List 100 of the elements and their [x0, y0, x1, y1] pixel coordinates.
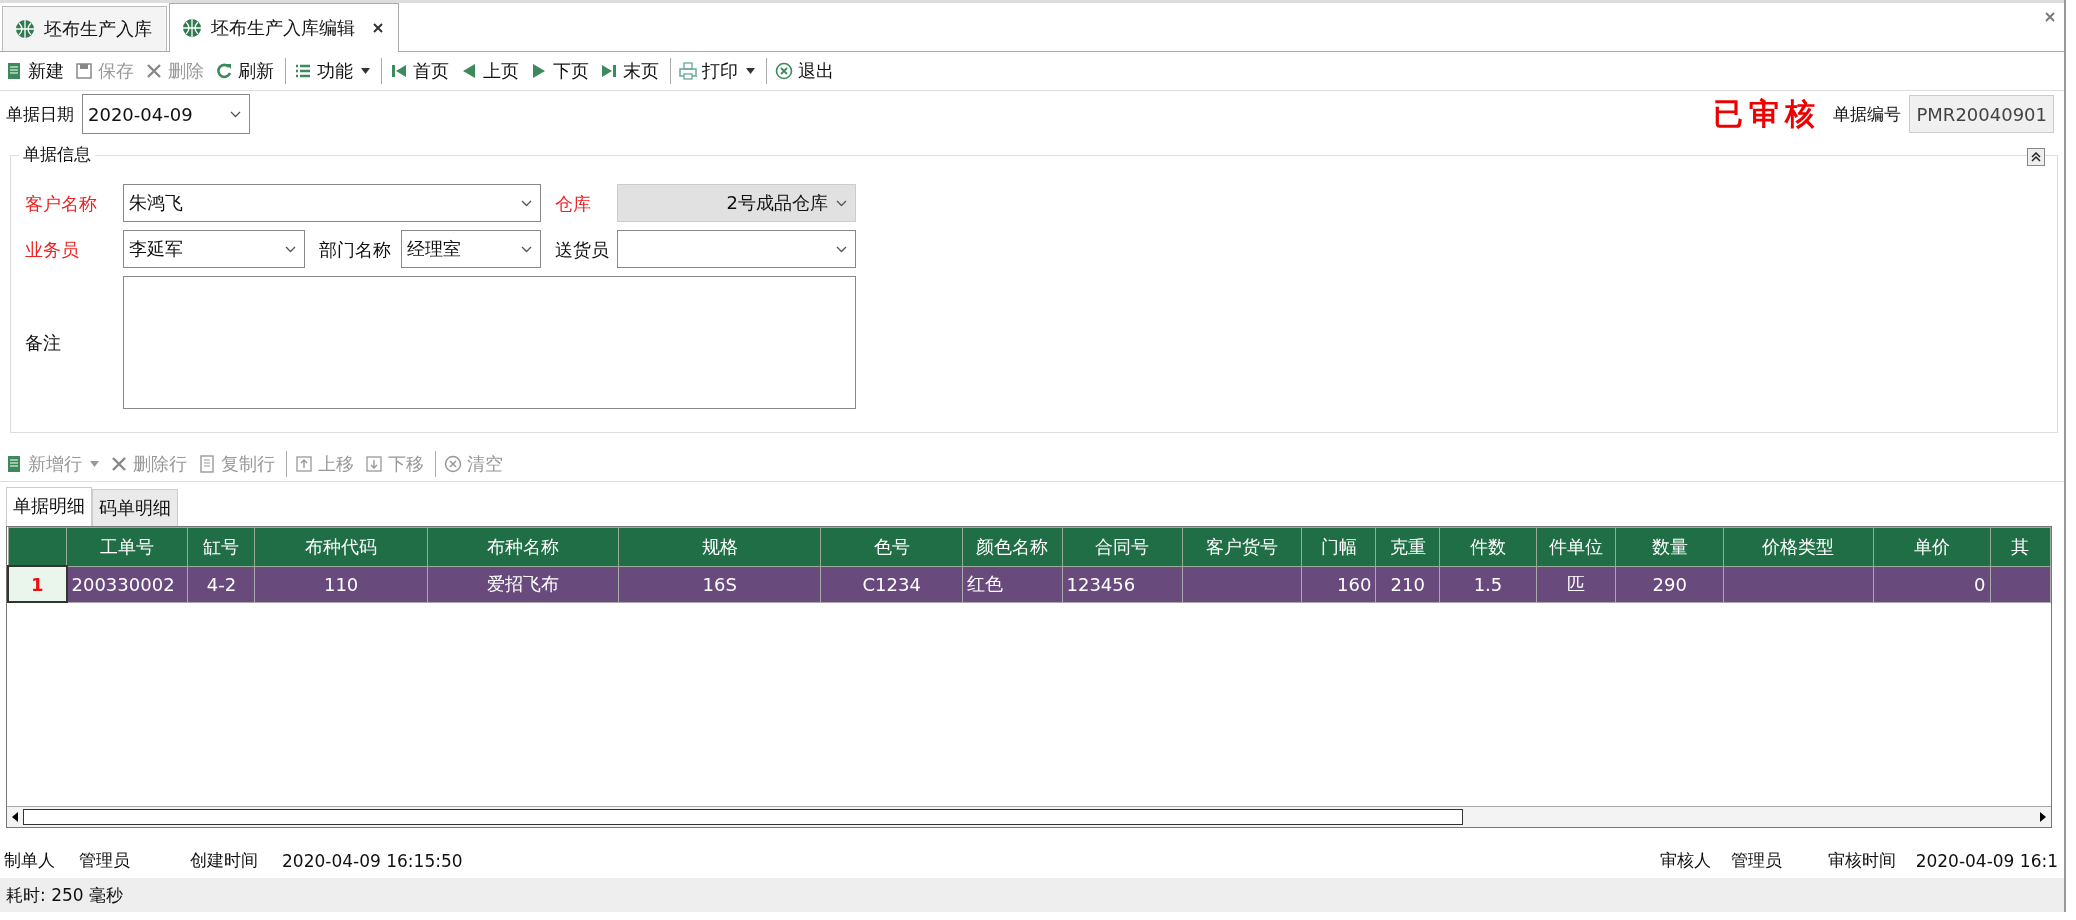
approval-status-text: 已审核: [1713, 94, 1822, 133]
number-field[interactable]: PMR20040901: [1909, 95, 2054, 133]
toolbar-button[interactable]: 功能: [291, 57, 376, 85]
column-header[interactable]: 色号: [820, 527, 963, 566]
refresh-icon: [215, 62, 233, 80]
footer-value: 管理员: [1730, 849, 1782, 872]
table-cell: 4-2: [187, 566, 255, 602]
row-number: 1: [8, 566, 67, 602]
field-label: 仓库: [554, 192, 592, 216]
date-field[interactable]: 2020-04-09: [82, 94, 250, 134]
toolbar-button[interactable]: 下页: [527, 57, 595, 85]
first-page-icon: [390, 62, 408, 80]
grid-corner: [8, 527, 67, 566]
arrow-down-icon: [365, 455, 383, 473]
footer-label: 创建时间: [190, 849, 258, 872]
chevron-down-icon: [230, 110, 241, 118]
remarks-field[interactable]: [123, 276, 856, 409]
toolbar-button[interactable]: 上页: [457, 57, 525, 85]
collapse-button[interactable]: [2027, 148, 2045, 166]
toolbar-button[interactable]: 退出: [772, 57, 840, 85]
table-cell: 0: [1873, 566, 1991, 602]
footer-label: 制单人: [4, 849, 55, 872]
column-header[interactable]: 克重: [1375, 527, 1440, 566]
chevron-down-icon: [836, 245, 847, 253]
close-icon: [372, 22, 384, 34]
field-label: 客户名称: [24, 192, 98, 216]
field-label: 备注: [24, 330, 62, 355]
toolbar-button[interactable]: 打印: [676, 57, 761, 85]
column-header[interactable]: 缸号: [187, 527, 255, 566]
copy-icon: [198, 455, 216, 473]
table-cell: 290: [1615, 566, 1724, 602]
arrow-up-icon: [295, 455, 313, 473]
toolbar-button[interactable]: 首页: [387, 57, 455, 85]
close-icon: [145, 62, 163, 80]
table-cell: 匹: [1536, 566, 1616, 602]
column-header[interactable]: 件数: [1439, 527, 1537, 566]
close-circle-icon: [775, 62, 793, 80]
scroll-right-icon: [2039, 812, 2047, 822]
printer-icon: [679, 62, 697, 80]
toolbar-button[interactable]: 刷新: [212, 57, 280, 85]
document-tab[interactable]: 坯布生产入库: [2, 6, 167, 51]
toolbar-button[interactable]: 新建: [2, 57, 70, 85]
group-title: 单据信息: [19, 143, 95, 166]
globe-icon: [15, 19, 35, 39]
table-cell: 1.5: [1439, 566, 1537, 602]
tab[interactable]: 单据明细: [6, 487, 92, 526]
scroll-left-icon: [11, 812, 19, 822]
footer-value: 2020-04-09 16:1: [1915, 850, 2058, 871]
footer-label: 审核时间: [1827, 849, 1896, 872]
column-header[interactable]: 合同号: [1062, 527, 1183, 566]
table-cell: 红色: [962, 566, 1062, 602]
chevron-down-icon: [836, 199, 847, 207]
column-header[interactable]: 布种代码: [254, 527, 428, 566]
chevron-down-icon: [521, 199, 532, 207]
column-header[interactable]: 其: [1990, 527, 2051, 566]
table-cell: C1234: [820, 566, 963, 602]
close-icon: [2044, 11, 2056, 23]
table-cell: 200330002: [66, 566, 188, 602]
status-text: 耗时: 250 毫秒: [6, 883, 123, 907]
footer-value: 管理员: [79, 849, 130, 872]
table-cell: 爱招飞布: [427, 566, 619, 602]
table-cell: 123456: [1062, 566, 1183, 602]
document-tab[interactable]: 坯布生产入库编辑: [169, 3, 399, 52]
tab[interactable]: 码单明细: [92, 489, 178, 526]
column-header[interactable]: 件单位: [1536, 527, 1616, 566]
table-cell: 210: [1375, 566, 1440, 602]
number-label: 单据编号: [1833, 102, 1902, 126]
column-header[interactable]: 单价: [1873, 527, 1991, 566]
caret-icon: [746, 68, 755, 74]
table-cell: 160: [1302, 566, 1376, 602]
dropdown-field[interactable]: 经理室: [401, 230, 541, 268]
close-icon: [110, 455, 128, 473]
document-icon: [5, 455, 23, 473]
globe-icon: [182, 18, 202, 38]
dropdown-field[interactable]: [617, 230, 856, 268]
column-header[interactable]: 价格类型: [1723, 527, 1874, 566]
chevron-down-icon: [521, 245, 532, 253]
column-header[interactable]: 客户货号: [1182, 527, 1302, 566]
column-header[interactable]: 数量: [1615, 527, 1724, 566]
document-icon: [5, 62, 23, 80]
column-header[interactable]: 颜色名称: [962, 527, 1062, 566]
double-chevron-up-icon: [2031, 152, 2041, 162]
dropdown-field[interactable]: 朱鸿飞: [123, 184, 541, 222]
scroll-thumb[interactable]: [23, 809, 1463, 825]
column-header[interactable]: 门幅: [1302, 527, 1376, 566]
field-label: 送货员: [554, 238, 610, 262]
column-header[interactable]: 布种名称: [427, 527, 619, 566]
toolbar-button[interactable]: 末页: [597, 57, 665, 85]
footer-value: 2020-04-09 16:15:50: [282, 850, 463, 871]
footer-label: 审核人: [1659, 849, 1711, 872]
column-header[interactable]: 规格: [618, 527, 821, 566]
horizontal-scrollbar[interactable]: [7, 806, 2051, 827]
field-label: 业务员: [24, 238, 80, 262]
table-row[interactable]: 1 200330002 4-2 110 爱招飞布 16S C1234 红色 123456 160 210 1.5 匹 290 0: [8, 566, 2051, 602]
table-cell: 16S: [618, 566, 821, 602]
list-icon: [294, 62, 312, 80]
table-cell: 110: [254, 566, 428, 602]
caret-icon: [361, 68, 370, 74]
column-header[interactable]: 工单号: [66, 527, 188, 566]
dropdown-field[interactable]: 李延军: [123, 230, 305, 268]
